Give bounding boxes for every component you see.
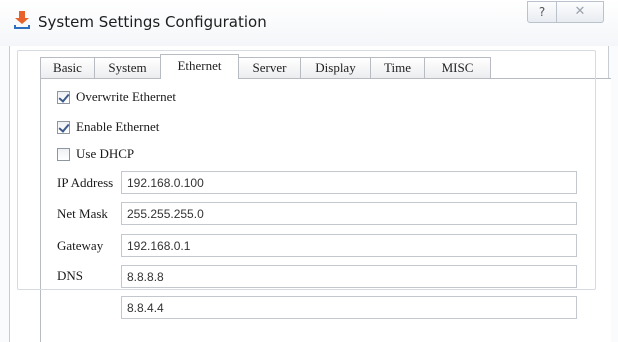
enable-ethernet-checkbox[interactable]: Enable Ethernet bbox=[57, 119, 164, 135]
checkbox-box[interactable] bbox=[57, 147, 70, 161]
overwrite-ethernet-label: Overwrite Ethernet bbox=[76, 89, 176, 104]
window-title: System Settings Configuration bbox=[38, 13, 267, 31]
gateway-field[interactable] bbox=[121, 234, 577, 257]
dns-secondary-field[interactable] bbox=[121, 296, 577, 319]
close-button[interactable]: ✕ bbox=[557, 1, 604, 23]
dns-primary-field[interactable] bbox=[121, 265, 577, 288]
title-bar: System Settings Configuration ? ✕ bbox=[0, 0, 618, 46]
ip-address-label: IP Address bbox=[57, 175, 114, 190]
close-icon: ✕ bbox=[574, 4, 586, 19]
question-icon: ? bbox=[538, 5, 546, 19]
ip-address-field[interactable] bbox=[121, 171, 577, 194]
enable-ethernet-label: Enable Ethernet bbox=[76, 119, 160, 134]
overwrite-ethernet-checkbox[interactable]: Overwrite Ethernet bbox=[57, 89, 180, 105]
dns-label: DNS bbox=[57, 268, 84, 283]
settings-dialog: System Settings Configuration ? ✕ Basic … bbox=[0, 0, 618, 342]
download-arrow-icon bbox=[14, 11, 30, 29]
gateway-label: Gateway bbox=[57, 238, 104, 253]
checkbox-box[interactable] bbox=[57, 120, 70, 134]
help-button[interactable]: ? bbox=[527, 1, 557, 23]
use-dhcp-label: Use DHCP bbox=[76, 146, 135, 161]
net-mask-field[interactable] bbox=[121, 202, 577, 225]
use-dhcp-checkbox[interactable]: Use DHCP bbox=[57, 146, 139, 162]
net-mask-label: Net Mask bbox=[57, 206, 108, 221]
checkbox-box[interactable] bbox=[57, 90, 70, 104]
